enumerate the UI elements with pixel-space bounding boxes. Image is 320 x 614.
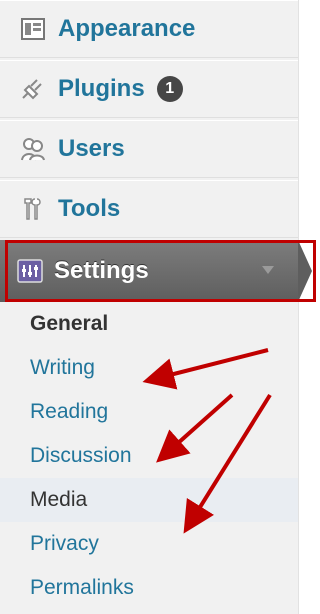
submenu-item-general[interactable]: General <box>0 302 298 346</box>
submenu-item-writing[interactable]: Writing <box>0 346 298 390</box>
menu-item-settings[interactable]: Settings <box>0 240 298 302</box>
submenu-item-media[interactable]: Media <box>0 478 298 522</box>
submenu-item-reading[interactable]: Reading <box>0 390 298 434</box>
menu-item-label: Settings <box>54 257 149 284</box>
chevron-down-icon <box>262 266 274 274</box>
submenu-item-label: Discussion <box>30 444 132 467</box>
submenu-item-privacy[interactable]: Privacy <box>0 522 298 566</box>
appearance-icon <box>18 14 48 44</box>
settings-icon <box>16 257 44 285</box>
submenu-item-label: General <box>30 312 109 335</box>
submenu-item-label: Writing <box>30 356 95 379</box>
menu-item-label: Tools <box>58 195 121 222</box>
plugins-icon <box>18 74 48 104</box>
menu-item-label: Appearance <box>58 15 196 42</box>
menu-item-tools[interactable]: Tools <box>0 180 298 238</box>
active-menu-pointer <box>298 240 312 302</box>
submenu-item-discussion[interactable]: Discussion <box>0 434 298 478</box>
users-icon <box>18 134 48 164</box>
plugins-update-count-badge: 1 <box>156 76 183 102</box>
submenu-item-label: Reading <box>30 400 109 423</box>
submenu-item-permalinks[interactable]: Permalinks <box>0 566 298 610</box>
menu-item-users[interactable]: Users <box>0 120 298 178</box>
submenu-item-label: Permalinks <box>30 576 134 599</box>
submenu-item-label: Media <box>30 488 88 511</box>
menu-item-label: Users <box>58 135 125 162</box>
menu-item-plugins[interactable]: Plugins 1 <box>0 60 298 118</box>
menu-item-appearance[interactable]: Appearance <box>0 0 298 58</box>
admin-sidebar-menu: Appearance Plugins 1 Users Tools Setting… <box>0 0 312 614</box>
menu-item-label: Plugins <box>58 75 145 102</box>
submenu-item-label: Privacy <box>30 532 99 555</box>
tools-icon <box>18 194 48 224</box>
